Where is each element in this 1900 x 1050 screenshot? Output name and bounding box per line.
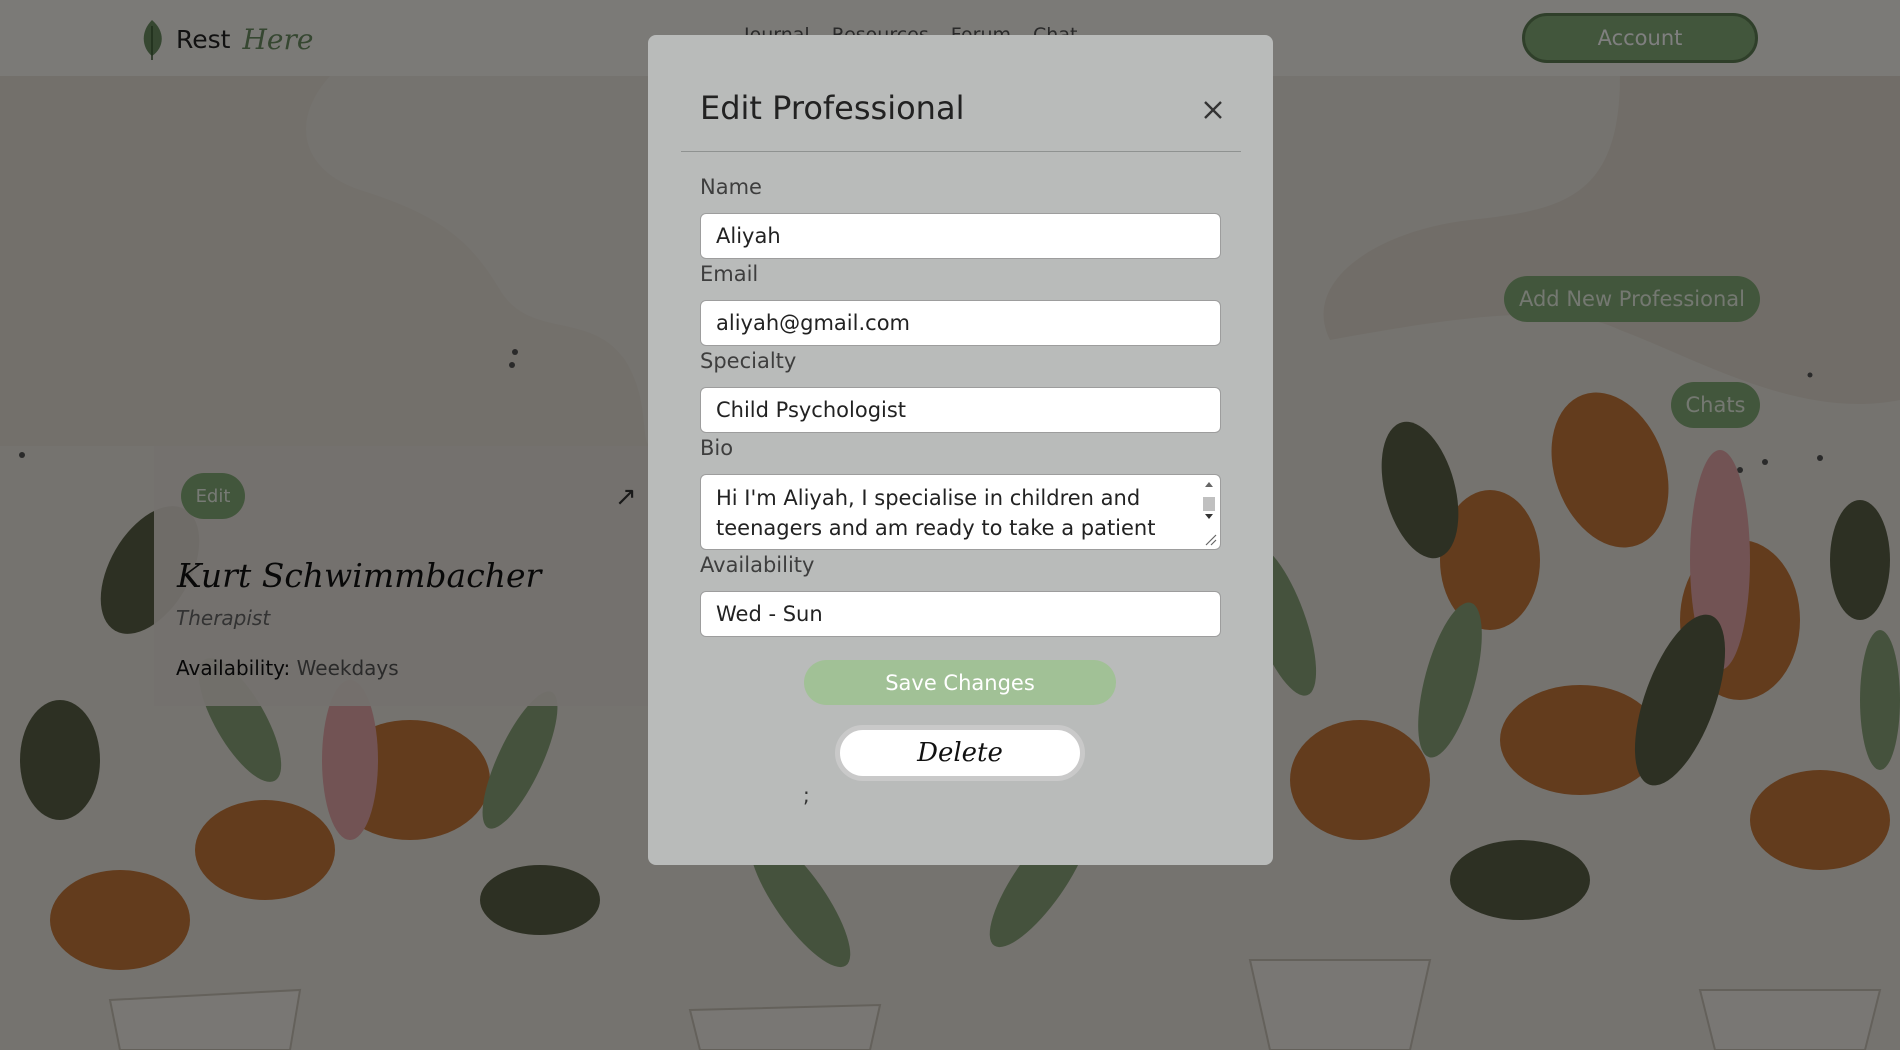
name-label: Name — [700, 175, 762, 199]
save-changes-button[interactable]: Save Changes — [804, 660, 1116, 705]
delete-button[interactable]: Delete — [835, 725, 1085, 781]
close-icon[interactable] — [1196, 93, 1230, 127]
specialty-label: Specialty — [700, 349, 797, 373]
availability-input[interactable]: Wed - Sun — [700, 591, 1221, 637]
specialty-input[interactable]: Child Psychologist — [700, 387, 1221, 433]
modal-title: Edit Professional — [700, 89, 965, 127]
availability-label: Availability — [700, 553, 815, 577]
bio-textarea[interactable]: Hi I'm Aliyah, I specialise in children … — [700, 474, 1221, 550]
stray-text: ; — [803, 783, 810, 807]
bio-scrollbar[interactable] — [1200, 477, 1218, 547]
bio-text: Hi I'm Aliyah, I specialise in children … — [716, 486, 1156, 540]
email-label: Email — [700, 262, 759, 286]
bio-label: Bio — [700, 436, 734, 460]
name-input[interactable]: Aliyah — [700, 213, 1221, 259]
edit-professional-modal: Edit Professional Name Aliyah Email aliy… — [648, 35, 1273, 865]
modal-divider — [681, 151, 1241, 152]
email-input[interactable]: aliyah@gmail.com — [700, 300, 1221, 346]
